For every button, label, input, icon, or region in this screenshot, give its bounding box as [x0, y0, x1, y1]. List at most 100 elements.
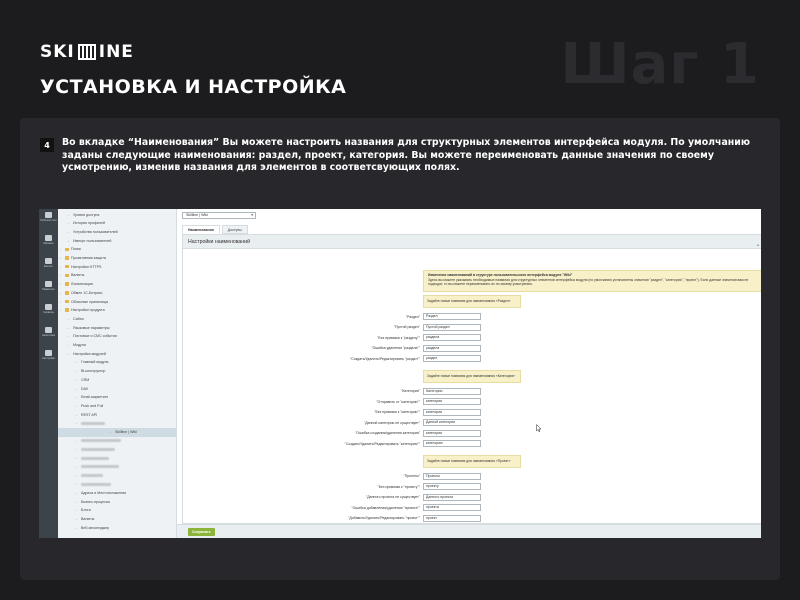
folder-icon	[65, 282, 69, 286]
name-field-input[interactable]: категорию	[423, 440, 481, 447]
menu-item[interactable]: › Адреса и Местоположения	[76, 488, 126, 497]
desktop-icon[interactable]: Рабочий стол	[40, 212, 57, 222]
menu-item[interactable]: › Локализация	[60, 280, 93, 289]
desktop-icon-glyph	[45, 212, 52, 218]
name-field-label: "Создать/Удалить/Редактировать "раздел""	[349, 356, 420, 361]
menu-item[interactable]: › Email-маркетинг	[76, 393, 108, 402]
menu-item[interactable]: ›	[76, 454, 109, 463]
panel-title: Настройки наименований	[188, 239, 250, 245]
menu-item-label: Модули	[73, 343, 86, 347]
services-icon-glyph	[45, 304, 52, 310]
name-field-row: "Ошибка создания/удаления категории" кате…	[263, 429, 481, 437]
page-title: УСТАНОВКА И НАСТРОЙКА	[40, 76, 347, 98]
menu-item[interactable]: › Языковые параметры	[68, 323, 109, 332]
cart-icon[interactable]: Магазин	[41, 235, 56, 245]
info-note: Изменение наименований в структуре польз…	[423, 270, 761, 292]
menu-item[interactable]: ›	[76, 445, 115, 454]
name-field-label: "Ошибка удаления "раздела""	[371, 346, 420, 350]
logo-text-left: SKI	[40, 42, 75, 62]
menu-item[interactable]: › Устройства пользователей	[68, 227, 118, 236]
menu-item[interactable]: › Обмен 1С-Битрикс	[60, 288, 102, 297]
tab-access[interactable]: Доступы	[221, 225, 248, 234]
collapse-icon[interactable]: ▴	[757, 238, 759, 252]
menu-item[interactable]: › Сайты	[68, 314, 84, 323]
menu-item[interactable]: › Уровни доступа	[68, 210, 99, 219]
menu-item[interactable]: › Главный модуль	[76, 358, 109, 367]
name-field-input[interactable]: раздел	[423, 355, 481, 362]
name-field-input[interactable]: категории	[423, 398, 481, 405]
tab-names[interactable]: Наименования	[182, 225, 220, 234]
name-field-input[interactable]: Категории	[423, 387, 481, 395]
name-field-label: "Категории"	[401, 389, 420, 393]
name-field-row: "Ошибка добавления/удаления "проекта"" пр…	[263, 504, 481, 511]
menu-item[interactable]: › История профилей	[68, 219, 105, 228]
menu-item[interactable]: › Настройки модулей	[68, 349, 106, 358]
services-icon[interactable]: Сервисы	[41, 304, 56, 314]
menu-item[interactable]: › REST API	[76, 410, 97, 419]
content-icon[interactable]: Контент	[41, 258, 56, 268]
menu-item[interactable]: › CRM	[76, 375, 89, 384]
menu-item[interactable]: › Модули	[68, 341, 86, 350]
name-field-input[interactable]: проекта	[423, 504, 481, 511]
save-bar: Сохранить	[177, 524, 761, 538]
menu-item[interactable]: › Проактивная защита	[60, 254, 106, 263]
name-field-label: "Без привязки к "разделу""	[377, 335, 420, 340]
menu-item[interactable]: › Импорт пользователей	[68, 236, 111, 245]
admin-screenshot: Рабочий стол Магазин Контент Маркетинг Серви…	[39, 209, 761, 538]
module-select[interactable]: Skillline | Wiki ▾	[182, 212, 256, 219]
name-field-row: "Без привязки к "категории"" категории	[263, 408, 481, 416]
menu-item[interactable]: › Push and Pull	[76, 401, 103, 410]
name-field-input[interactable]: Данной категории	[423, 419, 481, 426]
analytics-icon-glyph	[45, 327, 52, 333]
menu-item-selected[interactable]: › Skillline | Wiki	[58, 427, 176, 437]
menu-item[interactable]: ›	[76, 436, 121, 445]
name-field-input[interactable]: Проекты	[423, 472, 481, 480]
name-field-input[interactable]: Пустой раздел	[423, 323, 481, 331]
name-field-input[interactable]: Раздел	[423, 313, 481, 320]
group-heading: Задайте новые названия для наименования …	[423, 454, 521, 468]
menu-item[interactable]: ›	[76, 462, 119, 471]
menu-item[interactable]: › Настройки HTTPS	[60, 262, 101, 271]
menu-item[interactable]: ›	[76, 471, 103, 480]
menu-item[interactable]: › DAV	[76, 384, 88, 393]
menu-item[interactable]: › Бизнес-процессы	[76, 497, 110, 506]
name-field-row: "Создать/Удалить/Редактировать "категори…	[263, 440, 481, 447]
menu-item[interactable]: › Веб-мессенджер	[76, 523, 109, 532]
name-field-input[interactable]: раздела	[423, 344, 481, 352]
menu-item[interactable]: › Bl-конструктор	[76, 367, 105, 376]
menu-item[interactable]: ›	[76, 419, 105, 428]
name-field-label: "Без привязки к "проекту""	[377, 484, 421, 489]
name-field-input[interactable]: проекту	[423, 483, 481, 490]
marketing-icon[interactable]: Маркетинг	[41, 281, 56, 291]
name-field-row: "Пустой раздел" Пустой раздел	[263, 323, 481, 331]
name-field-input[interactable]: Данного проекта	[423, 493, 481, 501]
menu-item[interactable]: › Поиск	[60, 245, 81, 254]
name-field-row: "Без привязки к "проекту"" проекту	[263, 483, 481, 490]
admin-menu-tree: › Уровни доступа › История профилей › Устройс…	[58, 209, 177, 538]
name-field-label: "Создать/Удалить/Редактировать "категори…	[344, 441, 420, 446]
menu-item[interactable]: › Блоги	[76, 506, 91, 515]
menu-item-label: Поиск	[71, 247, 81, 252]
name-field-row: "Раздел" Раздел	[263, 313, 481, 320]
menu-item[interactable]: ›	[76, 480, 111, 489]
name-field-input[interactable]: раздела	[423, 334, 481, 341]
menu-item[interactable]: › Валюты	[60, 271, 84, 280]
settings-icon-glyph	[45, 350, 52, 356]
logo-bars-icon	[77, 44, 96, 60]
name-field-input[interactable]: категории	[423, 408, 481, 416]
settings-icon[interactable]: Настройки	[41, 350, 56, 360]
name-field-input[interactable]: проект	[423, 514, 481, 522]
name-field-input[interactable]: категории	[423, 429, 481, 437]
chevron-down-icon: ▾	[251, 213, 253, 217]
menu-item-label: Языковые параметры	[73, 325, 110, 330]
mouse-cursor-icon	[536, 424, 542, 432]
menu-item[interactable]: › Почтовые и СМС события	[68, 332, 117, 341]
analytics-icon[interactable]: Аналитика	[41, 327, 56, 337]
menu-item-label: Email-маркетинг	[81, 395, 109, 400]
menu-item-label: Уровни доступа	[73, 212, 100, 217]
menu-item[interactable]: › Настройки продукта	[60, 306, 105, 315]
save-button[interactable]: Сохранить	[188, 528, 215, 536]
menu-item[interactable]: › Валюты	[76, 515, 94, 524]
name-field-row: "Данного проекта не существует" Данного п…	[263, 493, 481, 501]
menu-item[interactable]: › Облачные хранилища	[60, 297, 108, 306]
